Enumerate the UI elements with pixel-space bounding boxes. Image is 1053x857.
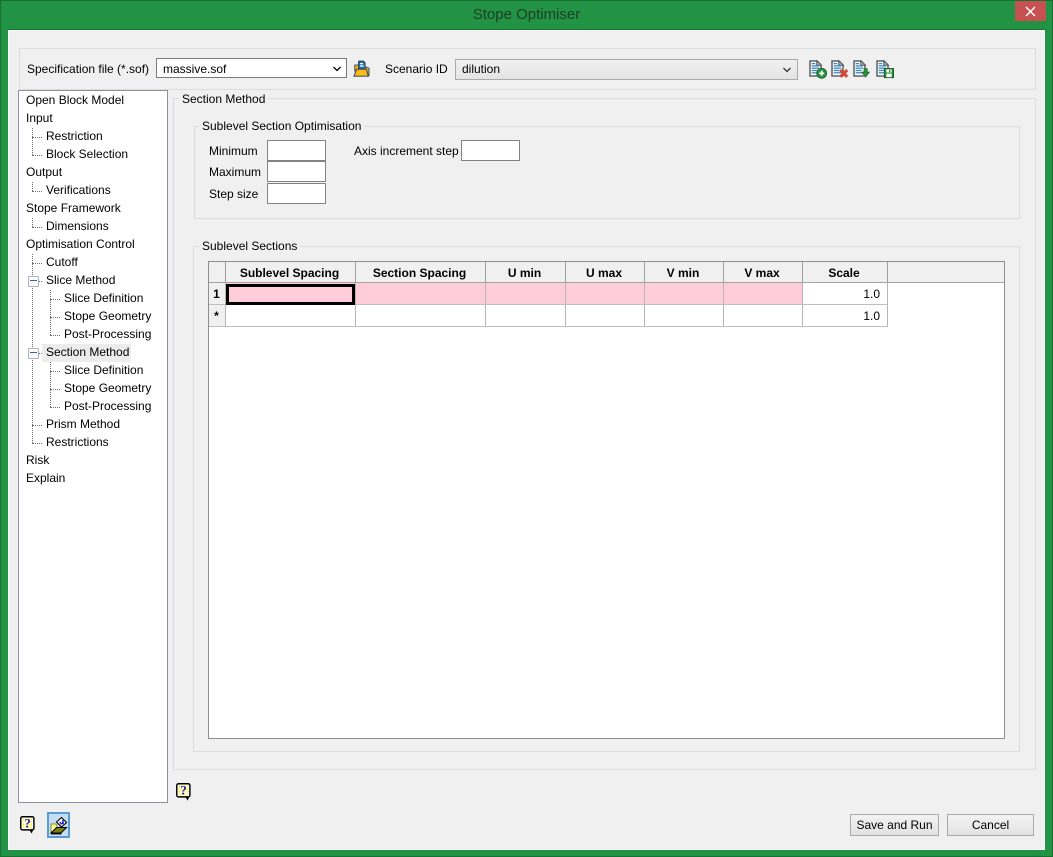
svg-text:?: ? bbox=[24, 816, 30, 830]
svg-text:?: ? bbox=[180, 783, 186, 797]
